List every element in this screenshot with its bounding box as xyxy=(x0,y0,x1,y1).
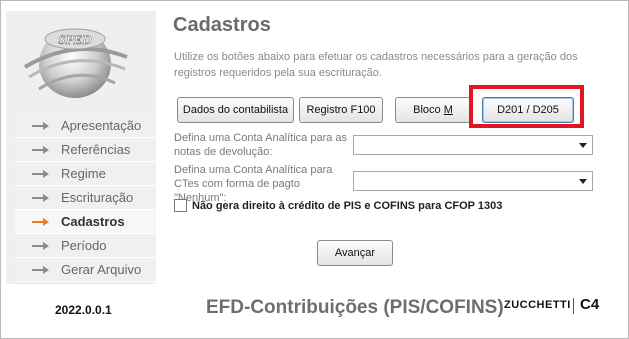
devolucao-label: Defina uma Conta Analítica para as notas… xyxy=(174,132,348,158)
avancar-button[interactable]: Avançar xyxy=(317,240,393,266)
chevron-down-icon xyxy=(579,179,587,184)
arrow-right-icon xyxy=(32,121,49,130)
cfop-checkbox[interactable] xyxy=(174,199,187,212)
cfop-checkbox-label: Não gera direito à crédito de PIS e COFI… xyxy=(192,199,503,212)
arrow-right-icon xyxy=(32,217,49,226)
page-description: Utilize os botões abaixo para efetuar os… xyxy=(174,51,578,79)
dados-contabilista-button[interactable]: Dados do contabilista xyxy=(177,97,294,123)
cfop-checkbox-row[interactable]: Não gera direito à crédito de PIS e COFI… xyxy=(174,199,502,212)
nav-item[interactable]: Período xyxy=(15,234,156,258)
nav-item[interactable]: Regime xyxy=(15,162,156,186)
arrow-right-icon xyxy=(32,241,49,250)
version-text: 2022.0.0.1 xyxy=(55,303,112,317)
zucchetti-logo: ZUCCHETTI xyxy=(504,299,571,311)
brand-divider xyxy=(573,298,574,314)
main-window: SPED Apresentação Referências Regime Escrit… xyxy=(0,0,629,339)
nav-item-label: Gerar Arquivo xyxy=(61,262,142,277)
bloco-m-mnemonic: M xyxy=(443,104,453,116)
arrow-right-icon xyxy=(32,265,49,274)
nav-item[interactable]: Apresentação xyxy=(15,114,156,138)
arrow-right-icon xyxy=(32,145,49,154)
sped-logo: SPED xyxy=(15,17,135,107)
nav-item-label: Apresentação xyxy=(61,118,142,133)
c4-logo: C4 xyxy=(580,296,600,313)
nav-item-label: Referências xyxy=(61,142,131,157)
page-title: Cadastros xyxy=(173,14,271,36)
ctes-select[interactable] xyxy=(353,171,593,191)
highlight-box xyxy=(469,85,584,128)
nav-item[interactable]: Escrituração xyxy=(15,186,156,210)
nav-item-label: Cadastros xyxy=(61,214,125,229)
nav-item-label: Escrituração xyxy=(61,190,134,205)
nav-item[interactable]: Cadastros xyxy=(15,210,156,234)
nav-item-label: Regime xyxy=(61,166,106,181)
nav-item-label: Período xyxy=(61,238,107,253)
bloco-m-prefix: Bloco xyxy=(413,104,444,116)
devolucao-select[interactable] xyxy=(353,135,593,155)
bloco-m-button[interactable]: Bloco M xyxy=(395,97,471,123)
nav-item[interactable]: Gerar Arquivo xyxy=(15,258,156,282)
registro-f100-button[interactable]: Registro F100 xyxy=(299,97,383,123)
logo-text: SPED xyxy=(58,32,92,47)
arrow-right-icon xyxy=(32,193,49,202)
nav-item[interactable]: Referências xyxy=(15,138,156,162)
wizard-nav: Apresentação Referências Regime Escrituraçã… xyxy=(15,114,156,282)
footer-title: EFD-Contribuições (PIS/COFINS) xyxy=(206,297,504,318)
chevron-down-icon xyxy=(579,143,587,148)
arrow-right-icon xyxy=(32,169,49,178)
